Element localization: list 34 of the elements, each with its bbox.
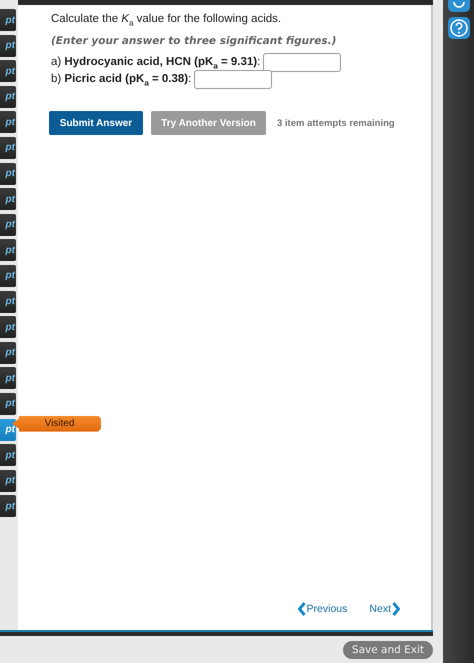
help-icon[interactable] bbox=[448, 17, 470, 39]
tool-icon[interactable] bbox=[448, 0, 470, 12]
question-tab[interactable]: pt bbox=[0, 214, 16, 236]
attempts-text: 3 item attempts remaining bbox=[277, 118, 395, 129]
chevron-right-icon bbox=[392, 602, 400, 616]
submit-button[interactable]: Submit Answer bbox=[49, 111, 143, 136]
question-tab[interactable]: pt bbox=[0, 136, 16, 159]
answer-field[interactable] bbox=[263, 53, 342, 72]
next-link[interactable]: Next bbox=[369, 602, 400, 616]
question-tab[interactable]: pt bbox=[0, 264, 16, 287]
question-tab[interactable]: pt bbox=[0, 111, 16, 134]
question-prompt: Calculate the K$_{a}$ value for the following acids. bbox=[51, 13, 282, 28]
question-tab[interactable]: pt bbox=[0, 188, 16, 210]
question-tab[interactable]: pt bbox=[0, 86, 16, 108]
question-tab[interactable]: pt bbox=[0, 60, 16, 82]
question-tab[interactable]: pt bbox=[0, 162, 16, 185]
question-tab[interactable]: pt bbox=[0, 444, 16, 466]
chevron-left-icon bbox=[298, 602, 306, 616]
question-tab[interactable]: pt bbox=[0, 9, 16, 31]
instruction-text: (Enter your answer to three significant figures.) bbox=[51, 35, 338, 48]
answer-field[interactable] bbox=[194, 70, 272, 90]
question-tab[interactable]: pt bbox=[0, 34, 16, 57]
save-exit-button[interactable]: Save and Exit bbox=[342, 640, 433, 658]
part-label: a) Hydrocyanic acid, HCN (pK$_{a}$ = 9.31): bbox=[51, 56, 260, 70]
question-tab[interactable]: pt bbox=[0, 342, 16, 364]
previous-link[interactable]: Previous bbox=[298, 602, 348, 616]
part-label: b) Picric acid (pK$_{a}$ = 0.38): bbox=[51, 72, 192, 87]
question-tab[interactable]: pt bbox=[0, 470, 16, 492]
question-tab[interactable]: pt bbox=[0, 367, 16, 390]
question-tab[interactable]: pt bbox=[0, 316, 16, 338]
question-tab[interactable]: pt bbox=[0, 290, 16, 313]
question-tab[interactable]: pt bbox=[0, 495, 16, 518]
question-tab[interactable]: pt bbox=[0, 239, 16, 262]
question-tab[interactable]: pt bbox=[0, 392, 16, 415]
